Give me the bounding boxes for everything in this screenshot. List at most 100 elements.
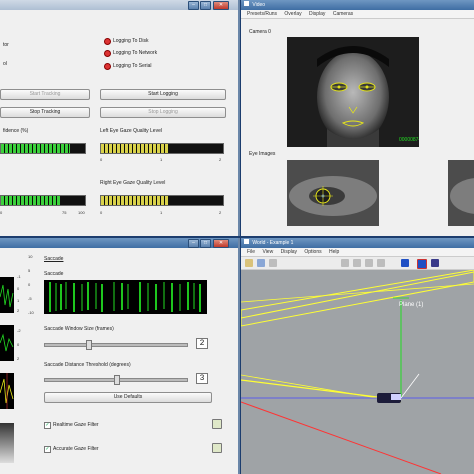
maximize-button[interactable]: □ [200, 239, 211, 248]
world-window: World - Example 1 File View Display Opti… [241, 238, 474, 474]
start-tracking-button[interactable]: Start Tracking [0, 89, 90, 100]
logging-window: – □ ✕ tor ol Logging To Disk Logging To … [0, 0, 240, 236]
toolbar-camera-icon[interactable] [365, 259, 373, 267]
lower-level-bar [0, 195, 86, 206]
toolbar-open-icon[interactable] [245, 259, 253, 267]
menu-file[interactable]: File [247, 249, 255, 255]
gaze-plot-4 [0, 423, 14, 463]
tick-label: 1 [160, 157, 163, 162]
right-eye-image [448, 160, 474, 226]
world-menubar: File View Display Options Help [241, 248, 474, 257]
log-network-indicator-icon [104, 50, 111, 57]
accurate-filter-checkbox[interactable]: ✓ [44, 446, 51, 453]
world-window-title: World - Example 1 [252, 240, 294, 246]
toolbar-rotate-icon[interactable] [341, 259, 349, 267]
tick-label: 0 [28, 282, 31, 287]
right-eye-quality-bar [100, 195, 224, 206]
threshold-thumb[interactable] [114, 375, 120, 385]
stop-logging-button[interactable]: Stop Logging [100, 107, 226, 118]
window-size-value[interactable]: 2 [196, 338, 208, 349]
tick-label: 0 [100, 157, 103, 162]
world-3d-view: Plane (1) [241, 270, 474, 474]
tick-label: 5 [28, 268, 31, 273]
saccade-window: – □ ✕ -1 0 1 2 -2 0 2 Saccade Saccade 10… [0, 238, 240, 474]
tick-label: 1 [17, 298, 20, 303]
right-eye-quality-fill [101, 196, 169, 205]
threshold-label: Saccade Distance Threshold (degrees) [44, 362, 131, 368]
menu-help[interactable]: Help [329, 249, 339, 255]
tick-label: 0 [100, 210, 103, 215]
section-label: Saccade [44, 256, 64, 262]
tick-label: 0 [0, 210, 3, 215]
right-eye-graphic [448, 160, 474, 226]
menu-cameras[interactable]: Cameras [333, 11, 353, 17]
mode-label: ol [3, 61, 7, 67]
toolbar-save-icon[interactable] [257, 259, 265, 267]
close-button[interactable]: ✕ [213, 1, 229, 10]
tick-label: 100 [78, 210, 85, 215]
toolbar-screen-icon[interactable] [377, 259, 385, 267]
gaze-plot-2-trace [0, 333, 14, 352]
menu-options[interactable]: Options [304, 249, 321, 255]
tick-label: 10 [28, 254, 33, 259]
menu-display[interactable]: Display [309, 11, 325, 17]
overlay-number: 00000874 [399, 137, 419, 143]
tick-label: -5 [28, 296, 32, 301]
use-defaults-button[interactable]: Use Defaults [44, 392, 212, 403]
confidence-bar [0, 143, 86, 154]
gaze-plot-3 [0, 373, 14, 409]
left-eye-image [287, 160, 379, 226]
log-network-label: Logging To Network [113, 50, 158, 56]
world-titlebar: World - Example 1 [241, 238, 474, 248]
toolbar-pan-icon[interactable] [353, 259, 361, 267]
tick-label: 2 [17, 308, 20, 313]
stop-tracking-button[interactable]: Stop Tracking [0, 107, 90, 118]
toolbar-head-icon[interactable] [431, 259, 439, 267]
right-eye-quality-label: Right Eye Gaze Quality Level [100, 180, 166, 186]
close-button[interactable]: ✕ [213, 239, 229, 248]
threshold-slider[interactable] [44, 375, 188, 385]
left-eye-quality-label: Left Eye Gaze Quality Level [100, 128, 162, 134]
video-menubar: Presets/Runs Overlay Display Cameras [241, 10, 474, 19]
log-serial-indicator-icon [104, 63, 111, 70]
accurate-filter-settings-icon[interactable] [212, 443, 222, 453]
toolbar-zoom-icon[interactable] [269, 259, 277, 267]
threshold-value[interactable]: 3 [196, 373, 208, 384]
log-serial-label: Logging To Serial [113, 63, 152, 69]
start-logging-button[interactable]: Start Logging [100, 89, 226, 100]
saccade-plot [44, 280, 207, 314]
minimize-button[interactable]: – [188, 1, 199, 10]
tick-label: 2 [219, 157, 222, 162]
gaze-plot-2 [0, 325, 14, 361]
menu-presets[interactable]: Presets/Runs [247, 11, 277, 17]
realtime-filter-checkbox[interactable]: ✓ [44, 422, 51, 429]
toolbar-target-icon[interactable] [417, 259, 427, 269]
camera-label: Camera 0 [249, 29, 271, 35]
tick-label: 2 [17, 356, 20, 361]
window-size-thumb[interactable] [86, 340, 93, 350]
realtime-filter-settings-icon[interactable] [212, 419, 222, 429]
saccade-label: Saccade [44, 271, 64, 277]
camera-feed: 00000874 [287, 37, 419, 147]
menu-overlay[interactable]: Overlay [284, 11, 301, 17]
window-size-slider[interactable] [44, 340, 188, 350]
tick-label: 2 [219, 210, 222, 215]
confidence-bar-fill [1, 144, 70, 153]
tick-label: -10 [28, 310, 34, 315]
accurate-filter-label: Accurate Gaze Filter [53, 446, 99, 452]
world-window-icon [244, 239, 249, 244]
realtime-filter-label: Realtime Gaze Filter [53, 422, 99, 428]
menu-display[interactable]: Display [281, 249, 297, 255]
world-toolbar [241, 257, 474, 270]
tick-label: 1 [160, 210, 163, 215]
video-window-icon [244, 1, 249, 6]
toolbar-eye-icon[interactable] [401, 259, 409, 267]
left-eye-graphic [287, 160, 379, 226]
log-disk-label: Logging To Disk [113, 38, 149, 44]
menu-view[interactable]: View [262, 249, 273, 255]
tick-label: 0 [17, 286, 20, 291]
video-window-title: Video [252, 2, 266, 8]
maximize-button[interactable]: □ [200, 1, 211, 10]
minimize-button[interactable]: – [188, 239, 199, 248]
lower-level-fill [1, 196, 60, 205]
